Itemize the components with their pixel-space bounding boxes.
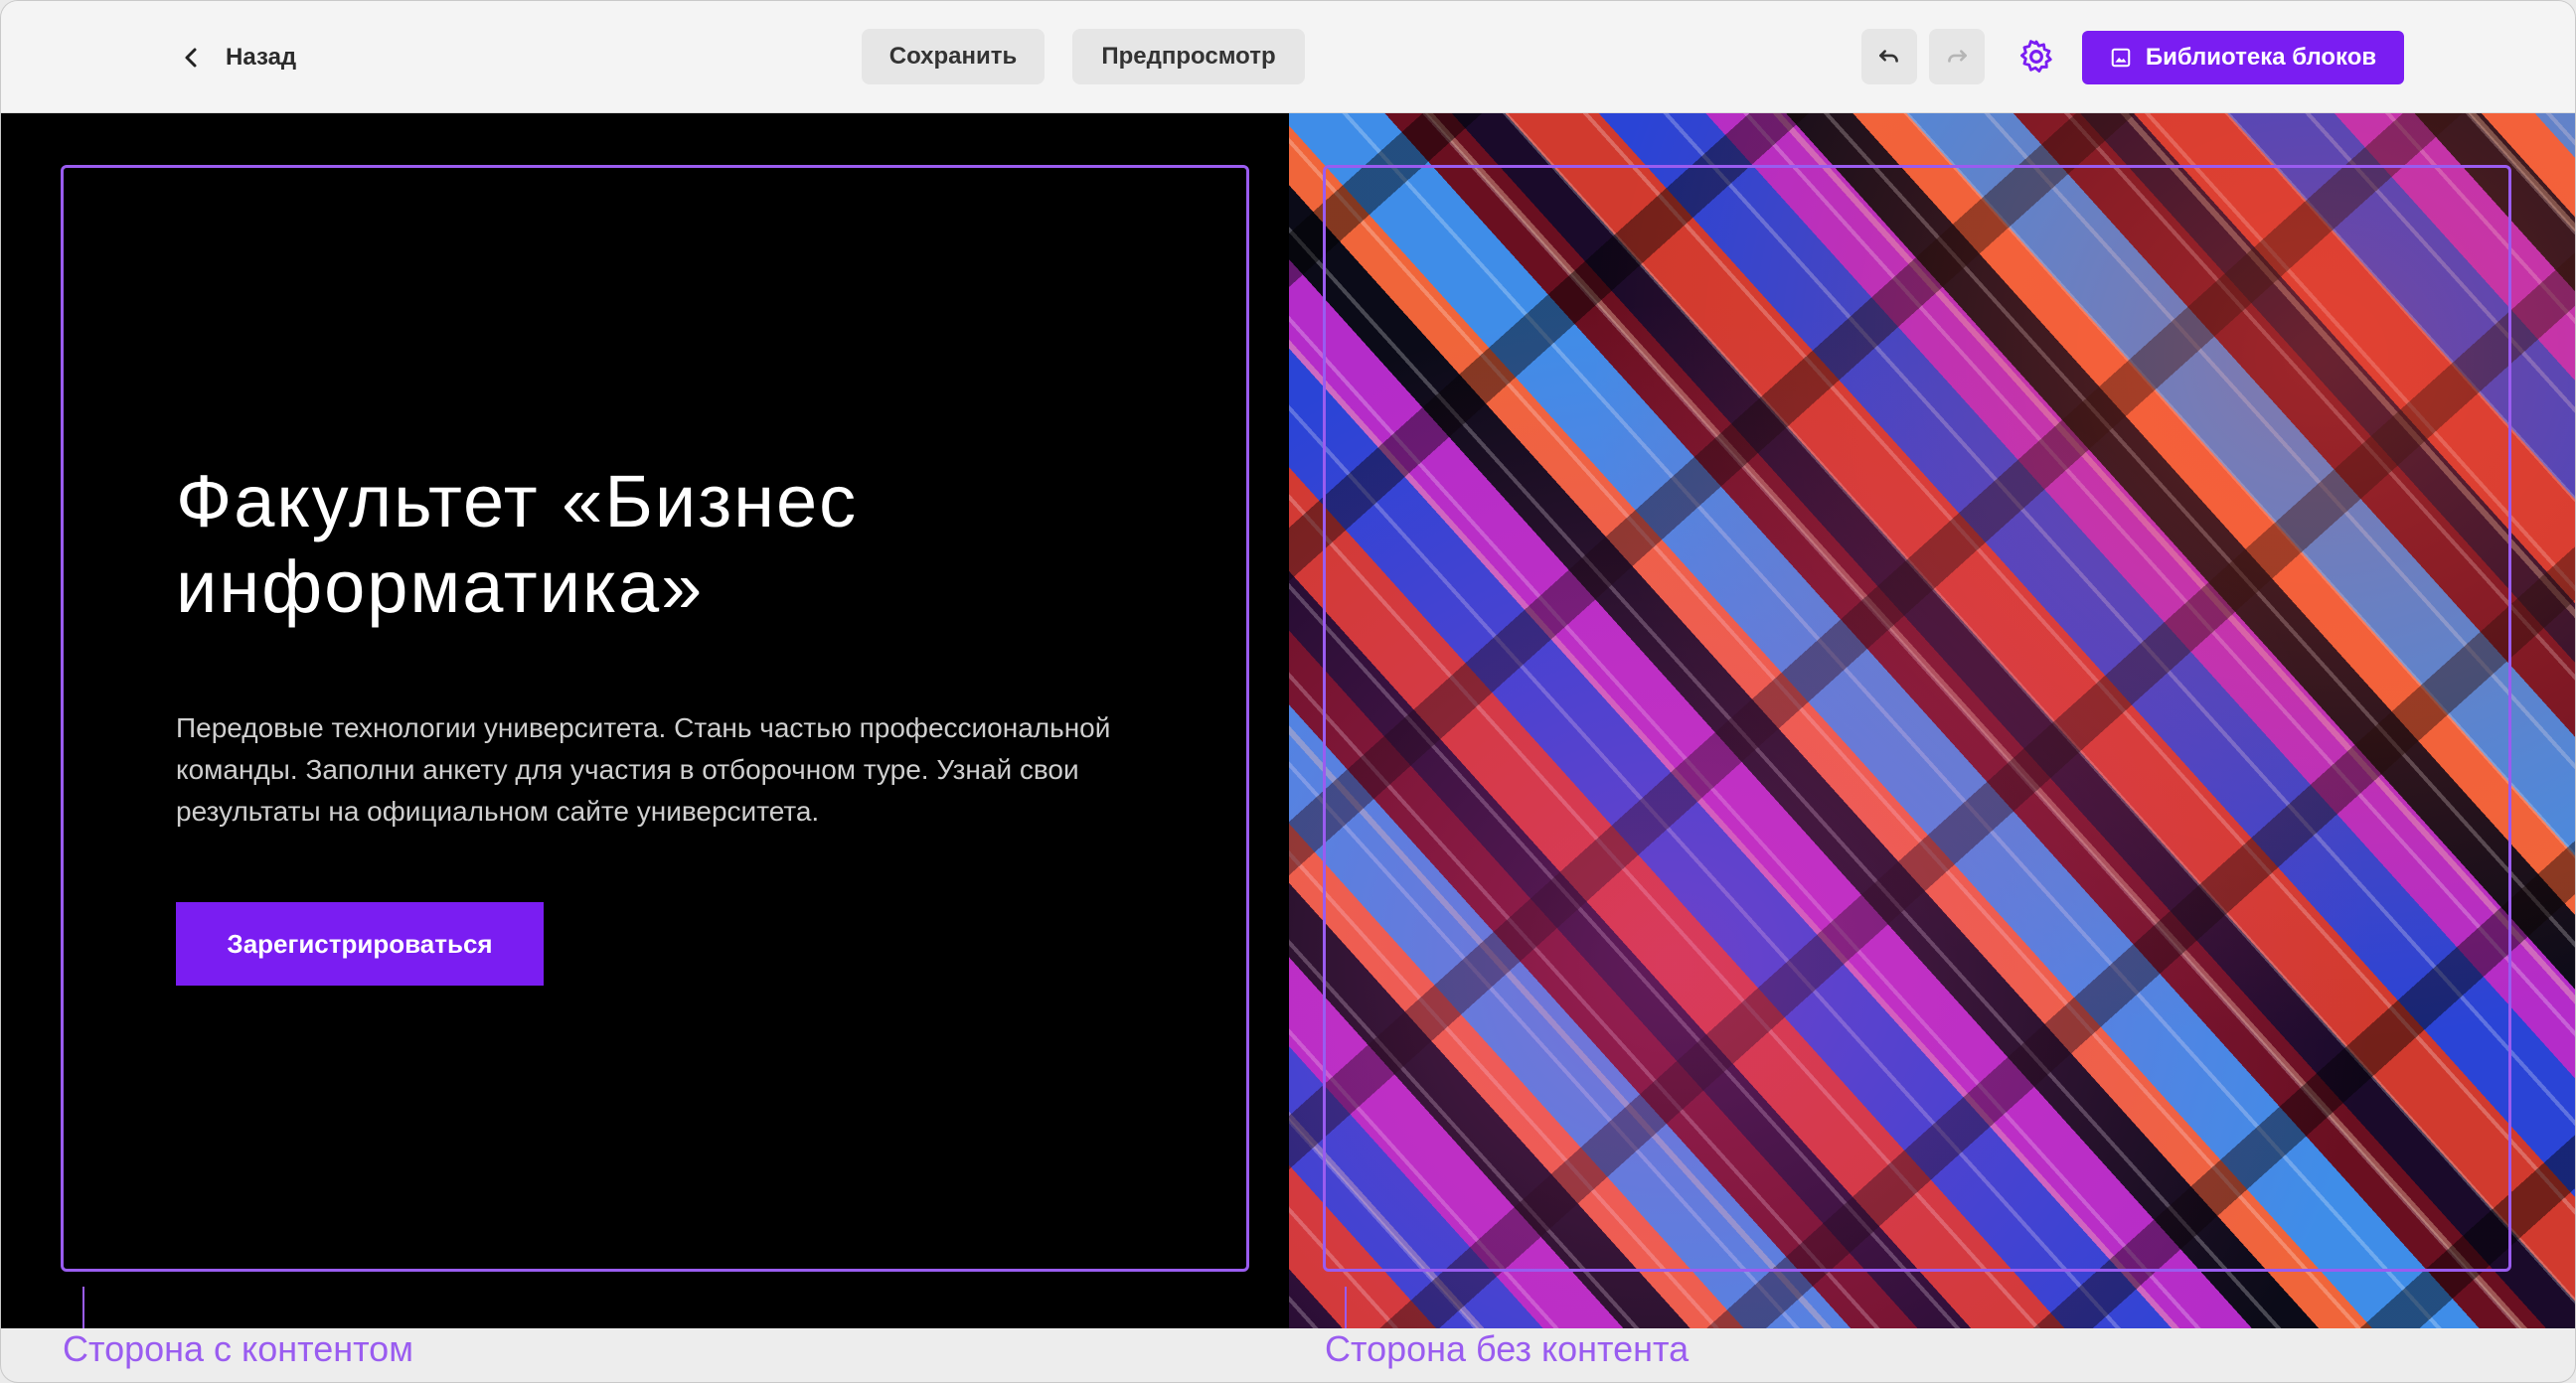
editor-window: Назад Сохранить Предпросмотр Библиотека … <box>0 0 2576 1383</box>
annotation-line-content <box>82 1287 84 1328</box>
image-side-outline <box>1323 165 2511 1272</box>
annotation-image-side: Сторона без контента <box>1325 1328 1690 1369</box>
editor-canvas: Факультет «Бизнес информатика» Передовые… <box>1 113 2575 1328</box>
back-label: Назад <box>226 44 297 71</box>
redo-icon <box>1948 50 1967 63</box>
annotation-line-image <box>1345 1287 1347 1328</box>
redo-button[interactable] <box>1929 29 1985 84</box>
toolbar: Назад Сохранить Предпросмотр Библиотека … <box>1 1 2575 113</box>
preview-button[interactable]: Предпросмотр <box>1072 29 1305 84</box>
image-icon <box>2111 48 2131 68</box>
gear-icon <box>2020 40 2052 73</box>
undo-icon <box>1879 50 1898 63</box>
settings-button[interactable] <box>2012 33 2060 80</box>
block-library-button[interactable]: Библиотека блоков <box>2082 31 2404 84</box>
undo-button[interactable] <box>1861 29 1917 84</box>
back-button[interactable]: Назад <box>180 33 296 82</box>
chevron-left-icon <box>185 48 197 68</box>
block-library-label: Библиотека блоков <box>2145 44 2377 71</box>
hero-title[interactable]: Факультет «Бизнес информатика» <box>176 459 1209 630</box>
register-button[interactable]: Зарегистрироваться <box>176 902 544 986</box>
save-button[interactable]: Сохранить <box>862 29 1045 84</box>
annotation-content-side: Сторона с контентом <box>63 1328 413 1369</box>
hero-description[interactable]: Передовые технологии университета. Стань… <box>176 707 1180 833</box>
